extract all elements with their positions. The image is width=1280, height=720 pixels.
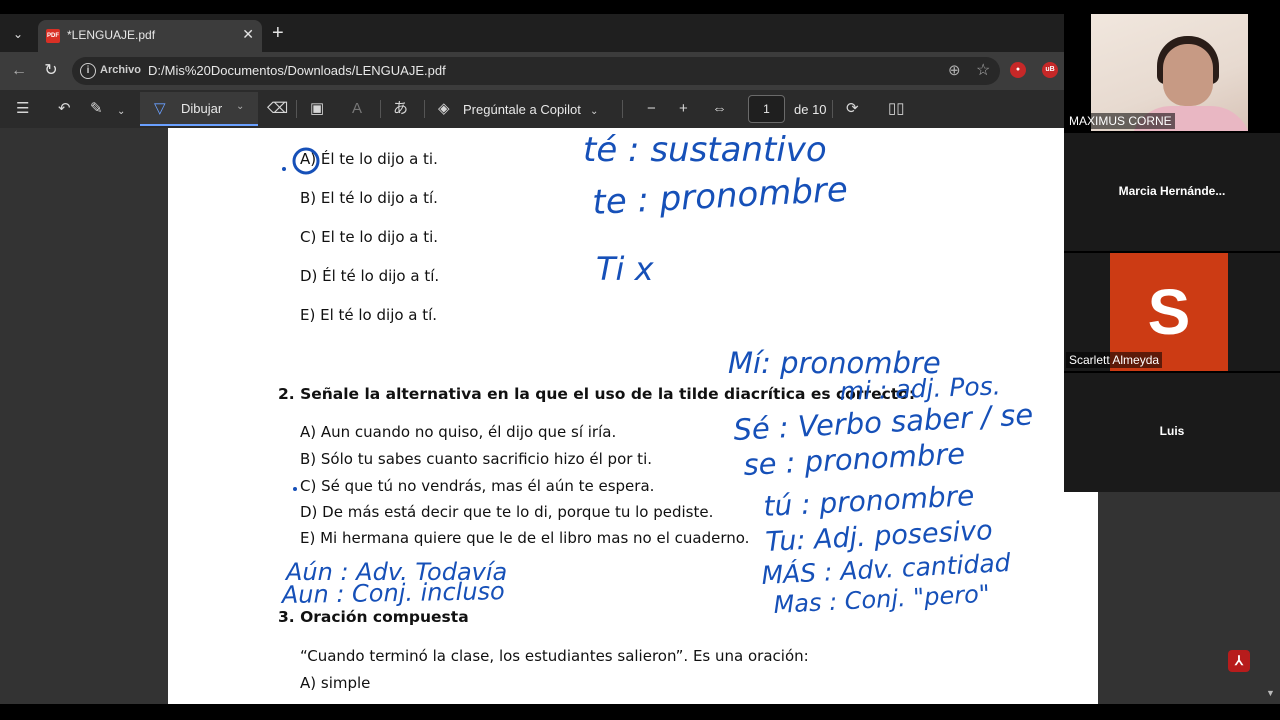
divider — [622, 100, 623, 118]
participant-tile[interactable]: MAXIMUS CORNE — [1064, 14, 1280, 131]
url-text[interactable]: D:/Mis%20Documentos/Downloads/LENGUAJE.p… — [148, 63, 446, 78]
pdf-icon: PDF — [46, 29, 60, 43]
reload-icon[interactable]: ↻ — [40, 60, 62, 82]
participant-tile[interactable]: Luis — [1064, 373, 1280, 492]
eraser-icon[interactable]: ⌫ — [267, 99, 288, 119]
read-aloud-icon[interactable]: あ — [393, 99, 408, 119]
divider — [296, 100, 297, 118]
text-format-icon: A — [352, 100, 363, 117]
close-icon[interactable]: ✕ — [242, 26, 254, 43]
chevron-down-icon[interactable]: ⌄ — [236, 101, 244, 112]
scroll-down-icon[interactable]: ▼ — [1266, 688, 1275, 698]
top-black-bar — [0, 0, 1280, 14]
pdf-page[interactable]: A) Él te lo dijo a ti. B) El té lo dijo … — [168, 128, 1098, 704]
participant-tile[interactable]: S Scarlett Almeyda — [1064, 253, 1280, 371]
star-icon[interactable]: ☆ — [976, 60, 990, 80]
navigation-bar: ← ↻ i Archivo D:/Mis%20Documentos/Downlo… — [0, 52, 1064, 90]
zoom-in-icon[interactable]: + — [679, 99, 688, 119]
text-box-icon[interactable]: ▣ — [310, 99, 324, 119]
copilot-icon[interactable]: ◈ — [438, 99, 450, 119]
participant-tile[interactable]: Marcia Hernánde... — [1064, 133, 1280, 251]
fit-width-icon[interactable]: ⇔ — [712, 99, 727, 119]
file-chip: Archivo — [100, 64, 141, 76]
back-icon[interactable]: ← — [8, 60, 30, 82]
browser-tab[interactable]: PDF *LENGUAJE.pdf ✕ — [38, 20, 262, 52]
ink-te-sustantivo: té : sustantivo — [583, 130, 827, 170]
tab-search-icon[interactable]: ⌄ — [6, 22, 30, 46]
ink-dot — [293, 487, 297, 491]
participant-name: MAXIMUS CORNE — [1066, 113, 1175, 129]
chevron-down-icon[interactable]: ⌄ — [117, 102, 125, 122]
contents-icon[interactable]: ☰ — [16, 99, 29, 119]
copilot-button[interactable]: Pregúntale a Copilot — [463, 100, 581, 120]
pen-icon: ▽ — [154, 100, 166, 117]
divider — [380, 100, 381, 118]
zoom-out-icon[interactable]: − — [647, 99, 656, 119]
page-total: de 10 — [794, 102, 827, 117]
participants-panel: MAXIMUS CORNE Marcia Hernánde... S Scarl… — [1064, 14, 1280, 492]
ink-ti: Ti x — [596, 250, 655, 288]
acrobat-icon[interactable]: ⅄ — [1228, 650, 1250, 672]
pdf-toolbar: ☰ ↶ ✎ ⌄ ▽ Dibujar ⌄ ⌫ ▣ A あ ◈ Pregúntale… — [0, 90, 1064, 128]
address-bar[interactable]: i Archivo D:/Mis%20Documentos/Downloads/… — [72, 57, 1000, 85]
highlight-icon[interactable]: ✎ — [90, 99, 103, 119]
divider — [832, 100, 833, 118]
page-view-icon[interactable]: ▯▯ — [888, 99, 905, 119]
bottom-black-bar — [0, 704, 1280, 720]
extension-icon[interactable]: ● — [1010, 62, 1026, 78]
rotate-icon[interactable]: ⟳ — [846, 99, 859, 119]
new-tab-icon[interactable]: + — [272, 23, 284, 43]
ink-se-verbo: Sé : Verbo saber / se — [733, 397, 1034, 447]
info-icon[interactable]: i — [80, 63, 96, 79]
ink-tu-pronombre: tú : pronombre — [763, 479, 975, 523]
divider — [424, 100, 425, 118]
ink-answer-circle — [292, 147, 320, 175]
participant-name: Luis — [1159, 424, 1185, 438]
ink-aun-conj: Aun : Conj. incluso — [280, 577, 505, 609]
zoom-icon[interactable]: ⊕ — [948, 61, 961, 79]
page-number-input[interactable]: 1 — [748, 95, 785, 123]
draw-button[interactable]: ▽ Dibujar ⌄ — [140, 92, 258, 126]
chevron-down-icon[interactable]: ⌄ — [590, 102, 598, 122]
undo-icon[interactable]: ↶ — [58, 99, 71, 119]
tab-title: *LENGUAJE.pdf — [67, 28, 156, 42]
tab-strip: ⌄ PDF *LENGUAJE.pdf ✕ + — [0, 14, 1064, 52]
extension-ub-icon[interactable]: uB — [1042, 62, 1058, 78]
participant-name: Marcia Hernánde... — [1118, 184, 1226, 198]
ink-dot — [282, 167, 286, 171]
ink-annotations: té : sustantivo te : pronombre Ti x Mí: … — [280, 130, 1034, 619]
draw-label: Dibujar — [181, 101, 223, 116]
ink-te-pronombre: te : pronombre — [591, 170, 848, 223]
participant-name: Scarlett Almeyda — [1066, 352, 1163, 368]
